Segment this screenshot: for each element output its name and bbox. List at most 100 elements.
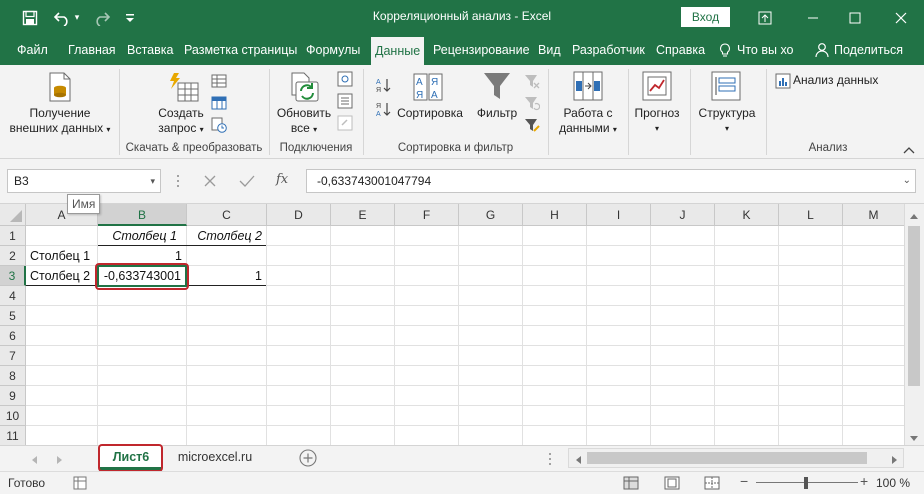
row-header[interactable]: 3 xyxy=(0,266,26,286)
zoom-in-icon[interactable]: + xyxy=(860,473,868,489)
row-header[interactable]: 4 xyxy=(0,286,26,306)
tab-developer[interactable]: Разработчик xyxy=(572,35,645,65)
scroll-right-icon[interactable] xyxy=(891,454,899,468)
vertical-scroll-thumb[interactable] xyxy=(908,226,920,386)
tab-formulas[interactable]: Формулы xyxy=(306,35,360,65)
row-header[interactable]: 7 xyxy=(0,346,26,366)
add-sheet-icon[interactable] xyxy=(298,448,318,471)
prev-sheet-icon[interactable] xyxy=(30,454,38,468)
cell-A2[interactable]: Столбец 1 xyxy=(30,246,98,266)
zoom-level[interactable]: 100 % xyxy=(876,476,910,490)
tab-help[interactable]: Справка xyxy=(656,35,705,65)
scroll-left-icon[interactable] xyxy=(574,454,582,468)
show-queries-icon[interactable] xyxy=(211,73,227,92)
column-header[interactable]: M xyxy=(843,204,904,226)
row-header[interactable]: 11 xyxy=(0,426,26,446)
horizontal-scrollbar[interactable] xyxy=(568,448,904,468)
enter-check-icon[interactable] xyxy=(239,174,255,191)
properties-icon[interactable] xyxy=(337,93,353,112)
sheet-tab[interactable]: microexcel.ru xyxy=(172,446,258,470)
column-header[interactable]: C xyxy=(187,204,267,226)
share-person-icon[interactable] xyxy=(815,42,829,61)
column-header[interactable]: F xyxy=(395,204,459,226)
from-table-icon[interactable] xyxy=(211,95,227,114)
zoom-slider-thumb[interactable] xyxy=(804,477,808,489)
row-header[interactable]: 10 xyxy=(0,406,26,426)
insert-function-icon[interactable]: fx xyxy=(276,172,288,187)
collapse-ribbon-icon[interactable] xyxy=(903,143,915,157)
worksheet-grid[interactable]: A B C D E F G H I J K L M 1 2 3 4 5 6 7 … xyxy=(0,194,924,446)
cell-B1[interactable]: Столбец 1 xyxy=(98,226,186,246)
tab-insert[interactable]: Вставка xyxy=(127,35,173,65)
select-all-corner[interactable] xyxy=(0,204,26,226)
create-query-button[interactable]: Создать запрос ▾ xyxy=(150,106,212,137)
edit-links-icon[interactable] xyxy=(337,115,353,134)
name-box-dropdown-icon[interactable]: ▾ xyxy=(150,170,155,192)
row-header[interactable]: 9 xyxy=(0,386,26,406)
outline-button[interactable]: Структура ▾ xyxy=(692,106,762,136)
gridline xyxy=(330,226,331,446)
recent-sources-icon[interactable] xyxy=(211,117,227,136)
column-header[interactable]: B xyxy=(98,204,187,226)
normal-view-icon[interactable] xyxy=(623,476,639,493)
page-break-view-icon[interactable] xyxy=(704,476,720,493)
horizontal-scroll-thumb[interactable] xyxy=(587,452,867,464)
expand-formula-bar-icon[interactable]: ⌄ xyxy=(903,170,911,192)
row-header[interactable]: 6 xyxy=(0,326,26,346)
vertical-scrollbar[interactable] xyxy=(904,204,924,446)
name-box[interactable]: B3 ▾ xyxy=(7,169,161,193)
share-button[interactable]: Поделиться xyxy=(834,35,903,65)
tab-page-layout[interactable]: Разметка страницы xyxy=(184,35,297,65)
column-header[interactable]: J xyxy=(651,204,715,226)
filter-button[interactable]: Фильтр xyxy=(470,106,524,121)
cell-A3[interactable]: Столбец 2 xyxy=(30,266,98,286)
column-header[interactable]: K xyxy=(715,204,779,226)
next-sheet-icon[interactable] xyxy=(56,454,64,468)
column-header[interactable]: L xyxy=(779,204,843,226)
row-header[interactable]: 8 xyxy=(0,366,26,386)
formula-bar: B3 ▾ fx -0,633743001047794 ⌄ xyxy=(0,159,924,203)
close-icon[interactable] xyxy=(878,0,924,35)
column-header[interactable]: H xyxy=(523,204,587,226)
zoom-out-icon[interactable]: − xyxy=(740,473,748,489)
row-header[interactable]: 5 xyxy=(0,306,26,326)
connections-icon[interactable] xyxy=(337,71,353,90)
sort-az-icon[interactable]: AЯ xyxy=(375,77,391,96)
tab-view[interactable]: Вид xyxy=(538,35,561,65)
cancel-icon[interactable] xyxy=(203,174,217,191)
scroll-down-icon[interactable] xyxy=(909,432,919,446)
reapply-filter-icon[interactable] xyxy=(524,95,541,114)
refresh-all-button[interactable]: Обновить все ▾ xyxy=(272,106,336,137)
macro-record-icon[interactable] xyxy=(73,476,87,493)
formula-input[interactable]: -0,633743001047794 ⌄ xyxy=(306,169,916,193)
data-analysis-button[interactable]: Анализ данных xyxy=(793,73,878,88)
maximize-icon[interactable] xyxy=(832,0,878,35)
column-header[interactable]: E xyxy=(331,204,395,226)
tab-home[interactable]: Главная xyxy=(68,35,116,65)
column-header[interactable]: I xyxy=(587,204,651,226)
forecast-button[interactable]: Прогноз ▾ xyxy=(628,106,686,136)
cell-C1[interactable]: Столбец 2 xyxy=(187,226,266,246)
data-tools-button[interactable]: Работа с данными ▾ xyxy=(552,106,624,137)
ribbon-display-options-icon[interactable] xyxy=(742,0,788,35)
signin-button[interactable]: Вход xyxy=(681,7,730,27)
tab-data[interactable]: Данные xyxy=(371,37,425,65)
clear-filter-icon[interactable] xyxy=(524,73,540,92)
sort-za-icon[interactable]: ЯA xyxy=(375,101,391,120)
scroll-up-icon[interactable] xyxy=(909,209,919,223)
row-header[interactable]: 2 xyxy=(0,246,26,266)
get-external-data-button[interactable]: Получение внешних данных ▾ xyxy=(4,106,116,137)
page-layout-view-icon[interactable] xyxy=(664,476,680,493)
tab-split-grip-icon[interactable] xyxy=(548,451,552,470)
tab-review[interactable]: Рецензирование xyxy=(433,35,530,65)
cell-C3[interactable]: 1 xyxy=(187,266,266,286)
tab-file[interactable]: Файл xyxy=(17,35,48,65)
formula-bar-grip-icon[interactable] xyxy=(176,172,180,190)
row-header[interactable]: 1 xyxy=(0,226,26,246)
column-header[interactable]: G xyxy=(459,204,523,226)
minimize-icon[interactable] xyxy=(790,0,836,35)
tell-me-input[interactable]: Что вы хо xyxy=(737,35,799,65)
sort-button[interactable]: Сортировка xyxy=(394,106,466,121)
column-header[interactable]: D xyxy=(267,204,331,226)
advanced-filter-icon[interactable] xyxy=(524,117,540,136)
